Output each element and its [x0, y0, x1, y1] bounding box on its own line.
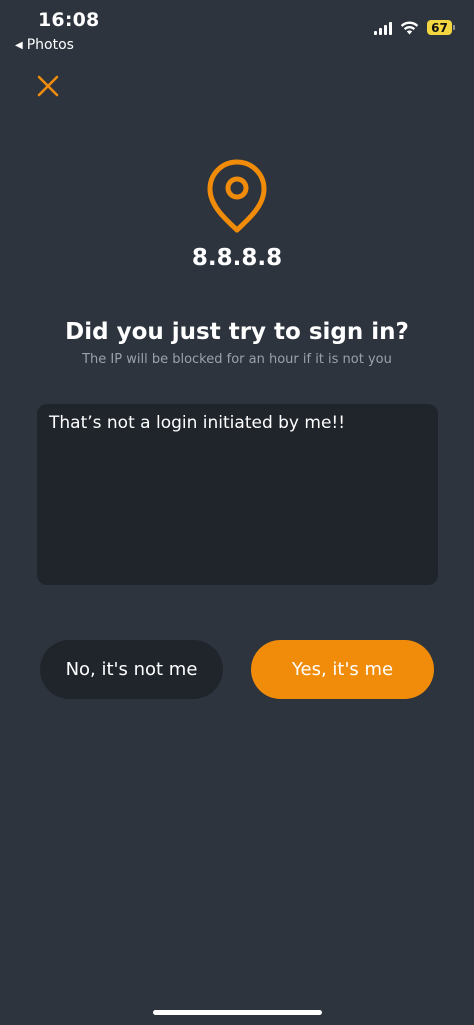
back-arrow-icon: ◀ [15, 39, 23, 51]
home-indicator[interactable] [153, 1010, 322, 1015]
status-time: 16:08 [38, 9, 100, 31]
page-subtitle: The IP will be blocked for an hour if it… [82, 352, 392, 367]
location-pin-icon [207, 159, 267, 233]
confirm-button[interactable]: Yes, it's me [251, 640, 434, 699]
close-button[interactable] [36, 74, 60, 98]
deny-button[interactable]: No, it's not me [40, 640, 223, 699]
cellular-signal-icon [374, 21, 392, 35]
ip-address: 8.8.8.8 [191, 245, 283, 271]
message-textarea[interactable]: That’s not a login initiated by me!! [37, 404, 438, 585]
status-icons: 67 [374, 20, 455, 35]
back-label: Photos [26, 37, 74, 53]
battery-indicator: 67 [427, 20, 455, 35]
wifi-icon [400, 20, 419, 34]
page-title: Did you just try to sign in? [65, 319, 409, 345]
back-to-photos-link[interactable]: ◀ Photos [15, 37, 74, 53]
close-icon [37, 75, 59, 97]
